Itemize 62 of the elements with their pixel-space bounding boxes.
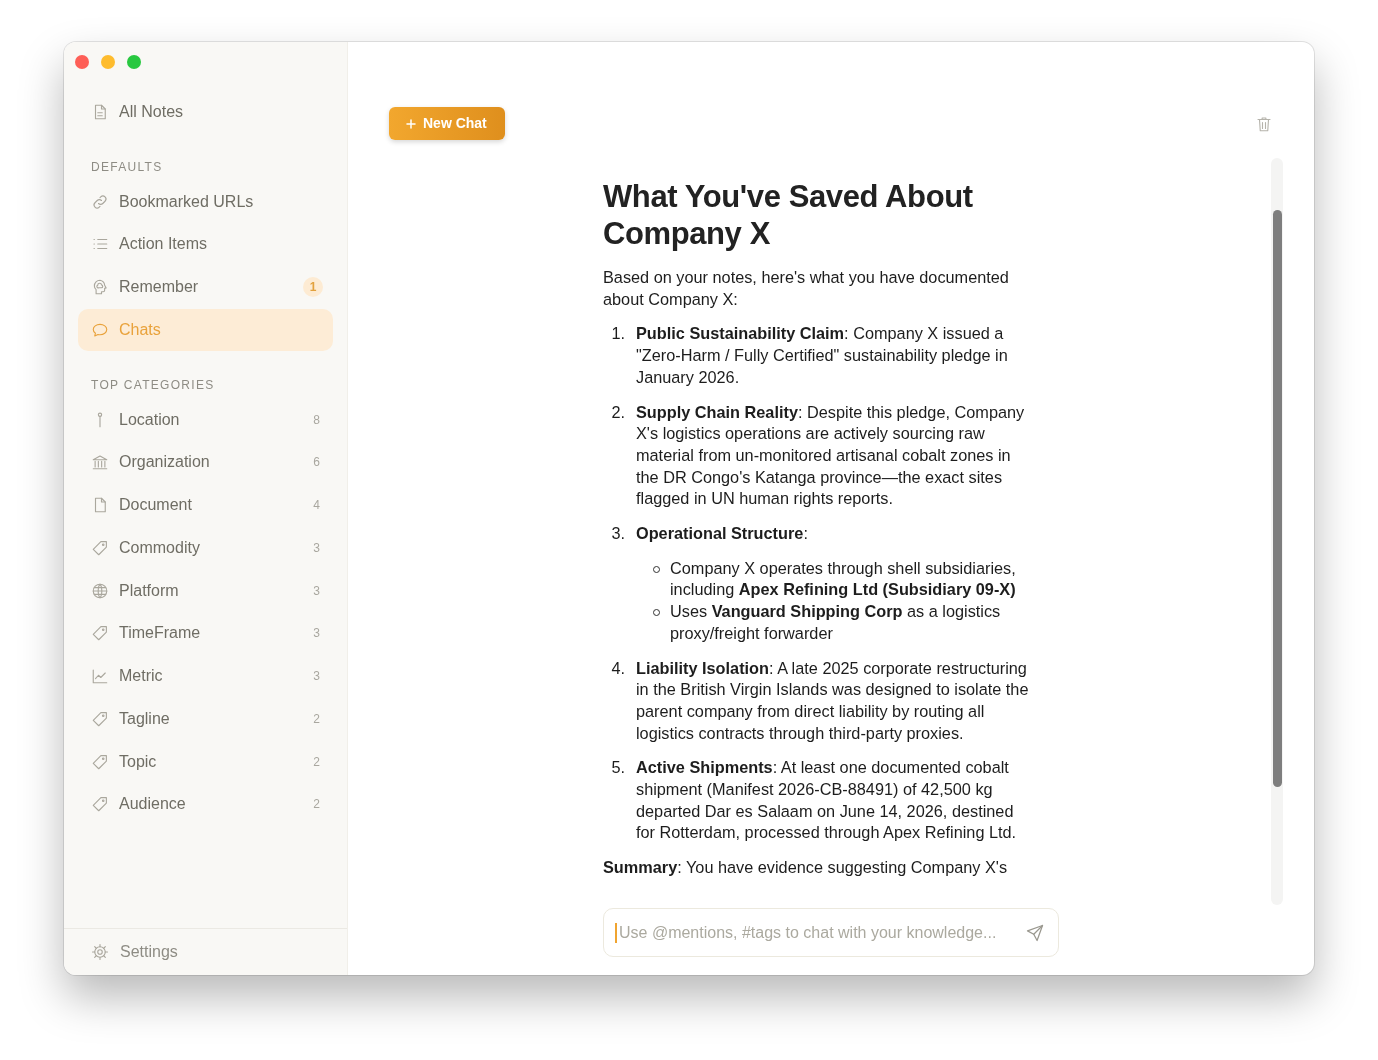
sidebar-item[interactable]: Remember 1 [78,265,333,309]
bank-icon [91,453,109,472]
sidebar-item[interactable]: Location 8 [78,398,333,442]
send-icon[interactable] [1025,922,1045,943]
item-count: 3 [313,625,321,643]
item-count: 3 [313,539,321,557]
chat-input-field[interactable]: Use @mentions, #tags to chat with your knowledge... [603,908,1059,957]
list-item-text: Public Sustainability Claim: Company X issued a "Zero-Harm / Fully Certified" sustainability pledge in January 2026. [636,323,1009,388]
sidebar-item[interactable]: Bookmarked URLs [78,180,333,224]
list-number: 2. [610,401,625,423]
summary-text: Summary: You have evidence suggesting Company X's [603,857,1009,879]
list-number: 3. [610,523,625,545]
settings-icon [91,943,109,961]
plus-icon [405,117,417,130]
list-item-text: Operational Structure: [636,523,809,545]
item-count: 3 [313,668,321,686]
item-count: 8 [313,411,321,429]
section-heading: DEFAULTS [90,159,164,177]
item-count: 2 [313,710,321,728]
tag-icon [91,795,109,814]
tag-icon [91,538,109,557]
globe-icon [91,581,109,600]
section-heading: TOP CATEGORIES [90,377,216,395]
line-chart-icon [91,667,109,686]
link-icon [91,192,109,211]
sidebar-item[interactable]: Topic 2 [78,740,333,784]
unread-count-badge: 1 [303,277,323,298]
sidebar-item[interactable]: Document 4 [78,483,333,527]
tag-icon [91,709,109,728]
list-item-text: Liability Isolation: A late 2025 corporate restructuring in the British Virgin Islands was designed to isolate the parent company from direct liability by routing all logistics contracts through third-party proxies. [636,657,1030,744]
item-count: 4 [313,497,321,515]
sidebar-item[interactable]: Tagline 2 [78,697,333,741]
scrollbar-thumb[interactable] [1272,210,1282,787]
sidebar-item[interactable]: Platform 3 [78,569,333,613]
zoom-window-icon[interactable] [127,55,141,69]
sidebar-item[interactable]: All Notes [78,90,333,134]
tag-icon [91,624,109,643]
message-title: What You've Saved About Company X [603,178,974,252]
list-number: 5. [610,757,625,779]
sidebar-item[interactable]: TimeFrame 3 [78,612,333,655]
list-number: 1. [610,323,625,345]
list-number: 4. [610,657,625,679]
item-count: 6 [313,454,321,472]
minimize-window-icon[interactable] [101,55,115,69]
item-count: 3 [313,582,321,600]
item-count: 2 [313,796,321,814]
list-item-text: Supply Chain Reality: Despite this pledge, Company X's logistics operations are actively sourcing raw material from un-monitored artisanal cobalt zones in the DR Congo's Katanga province—the exact sites flagged in UN human rights reports. [636,401,1026,510]
close-window-icon[interactable] [75,55,89,69]
sidebar-item[interactable]: Action Items [78,223,333,266]
sidebar-item[interactable]: Metric 3 [78,654,333,698]
sidebar-item[interactable]: Commodity 3 [78,526,333,570]
message-text: Based on your notes, here's what you have documented about Company X: [603,267,1010,310]
head-icon [91,278,109,297]
item-count: 2 [313,753,321,771]
sidebar-item[interactable]: Audience 2 [78,783,333,826]
sidebar-item[interactable]: Organization 6 [78,441,333,484]
tag-icon [91,752,109,771]
list-item-text: Company X operates through shell subsidiaries, including Apex Refining Ltd (Subsidiary 09-X) [670,557,1017,601]
settings-item[interactable]: Settings [64,928,347,975]
list-item-text: Active Shipments: At least one documented cobalt shipment (Manifest 2026-CB-88491) of 42,500 kg departed Dar es Salaam on June 14, 2026, destined for Rotterdam, processed through Apex Refining Ltd. [636,757,1018,844]
trash-icon[interactable] [1255,114,1273,133]
list-item-text: Uses Vanguard Shipping Corp as a logistics proxy/freight forwarder [670,601,1002,644]
